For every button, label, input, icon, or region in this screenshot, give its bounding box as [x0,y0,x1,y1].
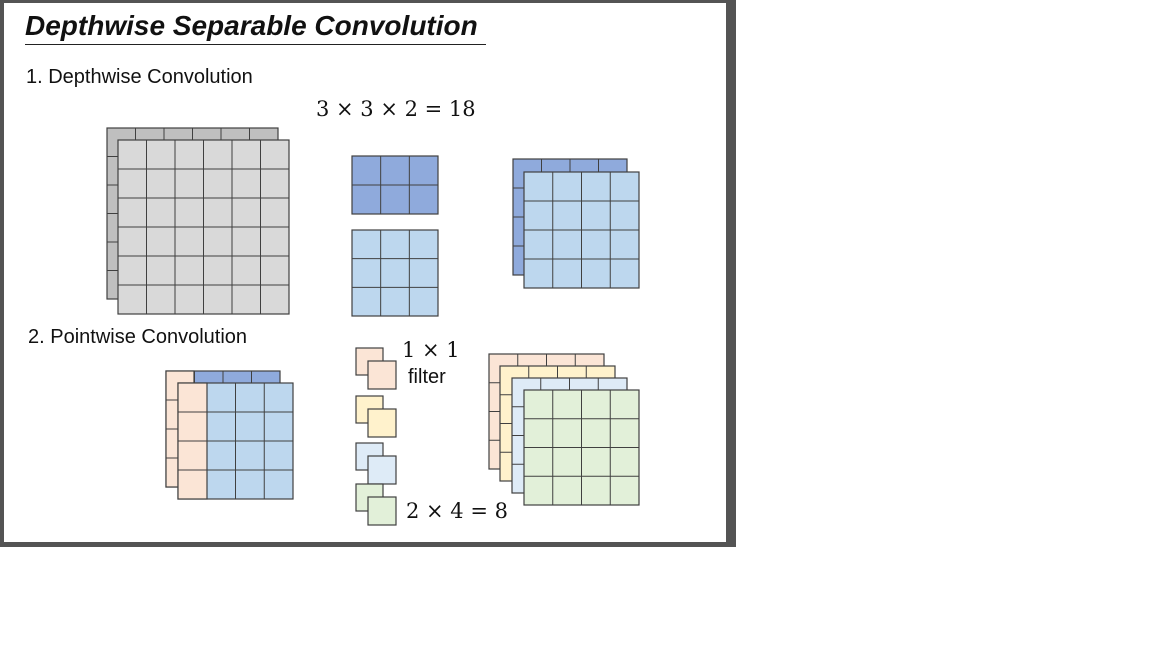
dw-output-channel-front [523,171,640,289]
pointwise-section-label: 2. Pointwise Convolution [28,326,248,348]
input-feature-map [106,127,290,315]
slide-title: Depthwise Separable Convolution [25,10,486,45]
depthwise-section-label: 1. Depthwise Convolution [26,66,253,88]
filter-size-label: 1 × 1 [402,338,460,362]
filter-3-front [367,455,397,485]
filter-4-front [367,496,397,526]
filter-2-front [367,408,397,438]
pointwise-output-map [488,353,640,506]
kernel-channel-2 [351,229,439,317]
pw-output-channel-4 [523,389,640,506]
pointwise-input-map [165,370,294,500]
convolution-diagram [106,127,640,526]
pointwise-param-formula: 2 × 4 = 8 [406,499,508,523]
filter-label: filter [408,366,446,388]
input-channel-front [117,139,290,315]
depthwise-param-formula: 3 × 3 × 2 = 18 [316,97,476,121]
filter-1-front [367,360,397,390]
pw-input-front-orange [177,382,208,500]
depthwise-kernels [351,155,439,317]
kernel-channel-1 [351,155,439,215]
pointwise-filters [355,347,397,526]
depthwise-output-map [512,158,640,289]
